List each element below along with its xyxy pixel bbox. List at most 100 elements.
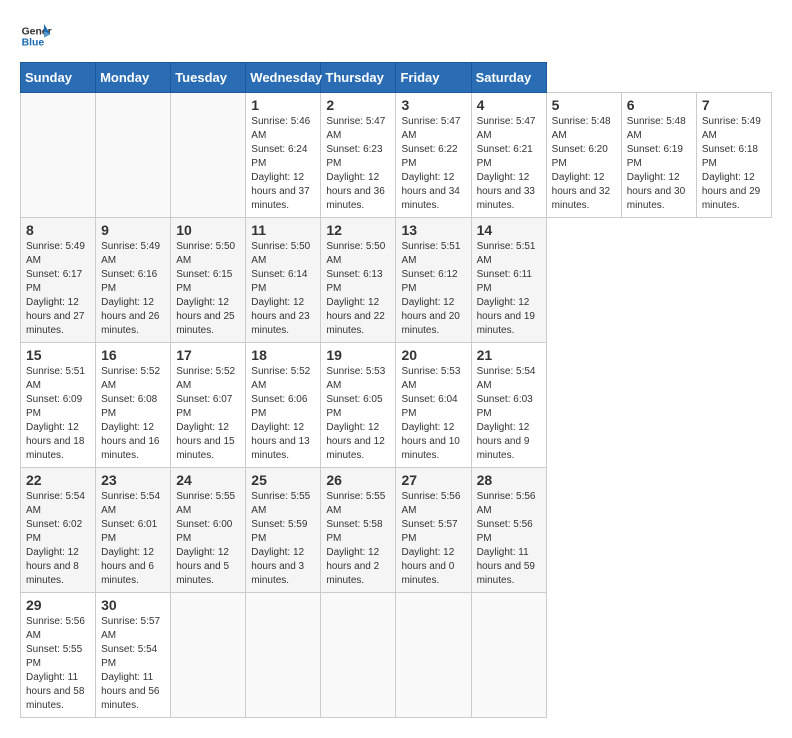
day-number: 30 [101, 597, 165, 613]
calendar-day-cell: 14 Sunrise: 5:51 AM Sunset: 6:11 PM Dayl… [471, 218, 546, 343]
calendar-day-cell: 2 Sunrise: 5:47 AM Sunset: 6:23 PM Dayli… [321, 93, 396, 218]
daylight-text: Daylight: 11 hours and 59 minutes. [477, 546, 541, 588]
sunrise-text: Sunrise: 5:56 AM [401, 490, 465, 518]
day-number: 26 [326, 472, 390, 488]
svg-text:Blue: Blue [22, 38, 45, 49]
sunset-text: Sunset: 6:13 PM [326, 268, 390, 296]
day-number: 27 [401, 472, 465, 488]
cell-content: Sunrise: 5:53 AM Sunset: 6:05 PM Dayligh… [326, 365, 390, 463]
calendar-day-cell: 10 Sunrise: 5:50 AM Sunset: 6:15 PM Dayl… [171, 218, 246, 343]
daylight-text: Daylight: 12 hours and 25 minutes. [176, 296, 240, 338]
sunrise-text: Sunrise: 5:55 AM [176, 490, 240, 518]
sunset-text: Sunset: 5:54 PM [101, 643, 165, 671]
calendar-week-row: 29 Sunrise: 5:56 AM Sunset: 5:55 PM Dayl… [21, 593, 772, 718]
sunrise-text: Sunrise: 5:50 AM [326, 240, 390, 268]
calendar-day-cell [171, 593, 246, 718]
sunrise-text: Sunrise: 5:56 AM [477, 490, 541, 518]
cell-content: Sunrise: 5:48 AM Sunset: 6:19 PM Dayligh… [627, 115, 691, 213]
cell-content: Sunrise: 5:50 AM Sunset: 6:13 PM Dayligh… [326, 240, 390, 338]
sunrise-text: Sunrise: 5:49 AM [26, 240, 90, 268]
calendar-day-cell: 17 Sunrise: 5:52 AM Sunset: 6:07 PM Dayl… [171, 343, 246, 468]
day-number: 19 [326, 347, 390, 363]
day-number: 25 [251, 472, 315, 488]
sunrise-text: Sunrise: 5:54 AM [477, 365, 541, 393]
daylight-text: Daylight: 12 hours and 5 minutes. [176, 546, 240, 588]
daylight-text: Daylight: 12 hours and 20 minutes. [401, 296, 465, 338]
sunrise-text: Sunrise: 5:53 AM [326, 365, 390, 393]
cell-content: Sunrise: 5:49 AM Sunset: 6:16 PM Dayligh… [101, 240, 165, 338]
calendar-day-cell: 26 Sunrise: 5:55 AM Sunset: 5:58 PM Dayl… [321, 468, 396, 593]
day-number: 10 [176, 222, 240, 238]
calendar-day-cell: 29 Sunrise: 5:56 AM Sunset: 5:55 PM Dayl… [21, 593, 96, 718]
day-number: 16 [101, 347, 165, 363]
day-number: 29 [26, 597, 90, 613]
daylight-text: Daylight: 12 hours and 2 minutes. [326, 546, 390, 588]
daylight-text: Daylight: 12 hours and 27 minutes. [26, 296, 90, 338]
weekday-header: Tuesday [171, 63, 246, 93]
day-number: 3 [401, 97, 465, 113]
daylight-text: Daylight: 12 hours and 13 minutes. [251, 421, 315, 463]
sunset-text: Sunset: 6:03 PM [477, 393, 541, 421]
cell-content: Sunrise: 5:52 AM Sunset: 6:08 PM Dayligh… [101, 365, 165, 463]
calendar-day-cell: 24 Sunrise: 5:55 AM Sunset: 6:00 PM Dayl… [171, 468, 246, 593]
calendar-week-row: 15 Sunrise: 5:51 AM Sunset: 6:09 PM Dayl… [21, 343, 772, 468]
day-number: 11 [251, 222, 315, 238]
calendar-day-cell: 7 Sunrise: 5:49 AM Sunset: 6:18 PM Dayli… [696, 93, 771, 218]
daylight-text: Daylight: 12 hours and 23 minutes. [251, 296, 315, 338]
daylight-text: Daylight: 12 hours and 22 minutes. [326, 296, 390, 338]
calendar-day-cell: 21 Sunrise: 5:54 AM Sunset: 6:03 PM Dayl… [471, 343, 546, 468]
cell-content: Sunrise: 5:56 AM Sunset: 5:56 PM Dayligh… [477, 490, 541, 588]
sunrise-text: Sunrise: 5:54 AM [26, 490, 90, 518]
weekday-header: Wednesday [246, 63, 321, 93]
weekday-header: Saturday [471, 63, 546, 93]
calendar-day-cell: 16 Sunrise: 5:52 AM Sunset: 6:08 PM Dayl… [96, 343, 171, 468]
day-number: 17 [176, 347, 240, 363]
weekday-header: Sunday [21, 63, 96, 93]
cell-content: Sunrise: 5:57 AM Sunset: 5:54 PM Dayligh… [101, 615, 165, 713]
calendar-day-cell: 8 Sunrise: 5:49 AM Sunset: 6:17 PM Dayli… [21, 218, 96, 343]
sunrise-text: Sunrise: 5:47 AM [477, 115, 541, 143]
sunrise-text: Sunrise: 5:47 AM [401, 115, 465, 143]
daylight-text: Daylight: 12 hours and 16 minutes. [101, 421, 165, 463]
sunset-text: Sunset: 6:05 PM [326, 393, 390, 421]
weekday-header: Friday [396, 63, 471, 93]
day-number: 14 [477, 222, 541, 238]
sunrise-text: Sunrise: 5:57 AM [101, 615, 165, 643]
day-number: 8 [26, 222, 90, 238]
cell-content: Sunrise: 5:55 AM Sunset: 5:59 PM Dayligh… [251, 490, 315, 588]
calendar-day-cell: 11 Sunrise: 5:50 AM Sunset: 6:14 PM Dayl… [246, 218, 321, 343]
sunset-text: Sunset: 6:02 PM [26, 518, 90, 546]
sunrise-text: Sunrise: 5:50 AM [251, 240, 315, 268]
daylight-text: Daylight: 12 hours and 34 minutes. [401, 171, 465, 213]
calendar-day-cell: 23 Sunrise: 5:54 AM Sunset: 6:01 PM Dayl… [96, 468, 171, 593]
sunrise-text: Sunrise: 5:51 AM [401, 240, 465, 268]
cell-content: Sunrise: 5:46 AM Sunset: 6:24 PM Dayligh… [251, 115, 315, 213]
daylight-text: Daylight: 12 hours and 0 minutes. [401, 546, 465, 588]
calendar-table: SundayMondayTuesdayWednesdayThursdayFrid… [20, 62, 772, 718]
cell-content: Sunrise: 5:51 AM Sunset: 6:12 PM Dayligh… [401, 240, 465, 338]
calendar-day-cell: 13 Sunrise: 5:51 AM Sunset: 6:12 PM Dayl… [396, 218, 471, 343]
calendar-day-cell: 6 Sunrise: 5:48 AM Sunset: 6:19 PM Dayli… [621, 93, 696, 218]
day-number: 4 [477, 97, 541, 113]
calendar-day-cell: 4 Sunrise: 5:47 AM Sunset: 6:21 PM Dayli… [471, 93, 546, 218]
sunrise-text: Sunrise: 5:49 AM [101, 240, 165, 268]
sunrise-text: Sunrise: 5:51 AM [477, 240, 541, 268]
calendar-day-cell: 9 Sunrise: 5:49 AM Sunset: 6:16 PM Dayli… [96, 218, 171, 343]
daylight-text: Daylight: 12 hours and 19 minutes. [477, 296, 541, 338]
sunset-text: Sunset: 6:14 PM [251, 268, 315, 296]
sunrise-text: Sunrise: 5:50 AM [176, 240, 240, 268]
sunset-text: Sunset: 5:59 PM [251, 518, 315, 546]
sunset-text: Sunset: 6:23 PM [326, 143, 390, 171]
sunset-text: Sunset: 6:01 PM [101, 518, 165, 546]
cell-content: Sunrise: 5:53 AM Sunset: 6:04 PM Dayligh… [401, 365, 465, 463]
calendar-day-cell: 20 Sunrise: 5:53 AM Sunset: 6:04 PM Dayl… [396, 343, 471, 468]
calendar-day-cell: 12 Sunrise: 5:50 AM Sunset: 6:13 PM Dayl… [321, 218, 396, 343]
weekday-header: Monday [96, 63, 171, 93]
sunset-text: Sunset: 6:12 PM [401, 268, 465, 296]
calendar-day-cell [171, 93, 246, 218]
sunset-text: Sunset: 6:22 PM [401, 143, 465, 171]
calendar-week-row: 8 Sunrise: 5:49 AM Sunset: 6:17 PM Dayli… [21, 218, 772, 343]
day-number: 20 [401, 347, 465, 363]
calendar-day-cell: 30 Sunrise: 5:57 AM Sunset: 5:54 PM Dayl… [96, 593, 171, 718]
calendar-day-cell: 27 Sunrise: 5:56 AM Sunset: 5:57 PM Dayl… [396, 468, 471, 593]
